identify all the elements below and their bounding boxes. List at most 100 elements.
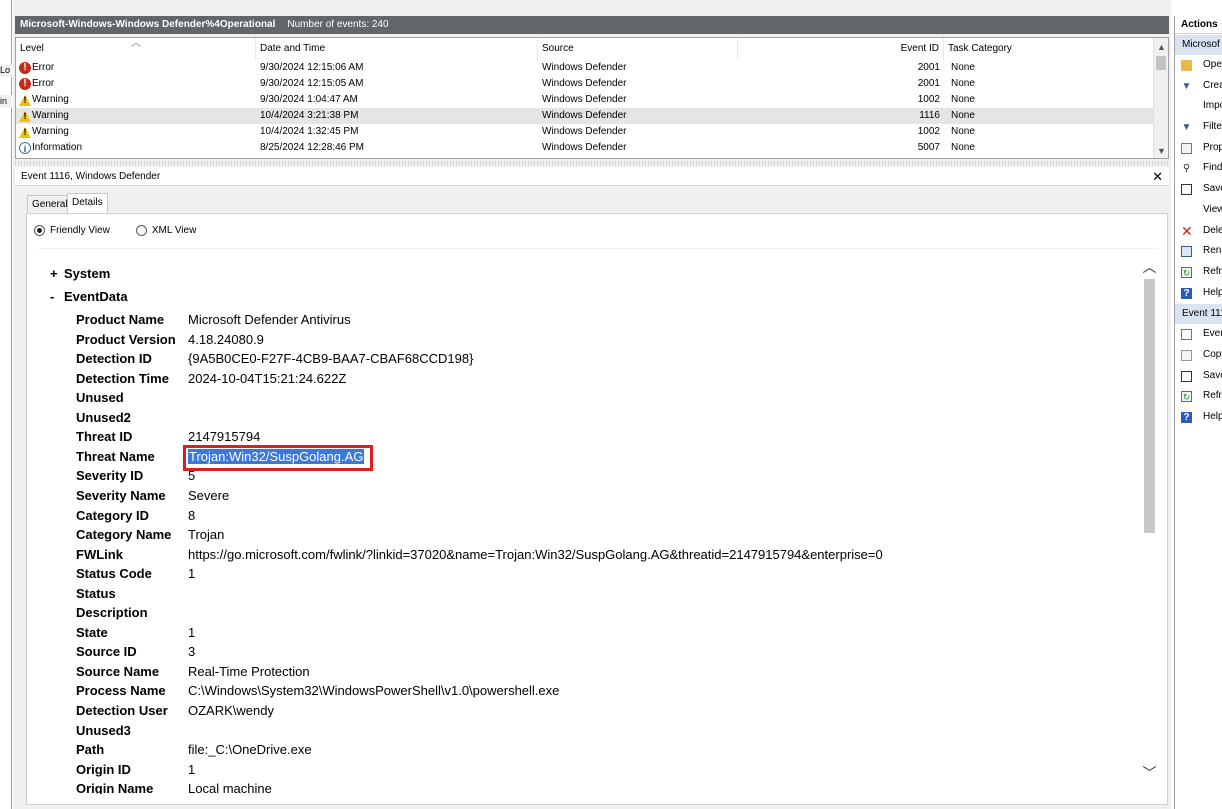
warning-icon — [19, 126, 31, 138]
tab-details[interactable]: Details — [67, 193, 108, 214]
detection-id-value[interactable]: {9A5B0CE0-F27F-4CB9-BAA7-CBAF68CCD198} — [188, 349, 473, 369]
table-row[interactable]: Information 8/25/2024 12:28:46 PM Windows … — [16, 140, 1154, 157]
left-fragment-1[interactable]: Lo — [0, 64, 12, 77]
eventdata-node[interactable]: - EventData — [50, 289, 128, 304]
scroll-down-icon[interactable]: ▼ — [1154, 144, 1168, 158]
detection-time-value[interactable]: 2024-10-04T15:21:24.622Z — [188, 369, 346, 389]
task-cell: None — [951, 78, 975, 89]
view-selector: Friendly View XML View — [34, 222, 222, 238]
table-row[interactable]: Error 9/30/2024 12:15:05 AM Windows Defend… — [16, 76, 1154, 92]
pane-splitter[interactable] — [15, 161, 1169, 165]
action-item[interactable]: Impo — [1175, 96, 1222, 117]
threat-name-label: Threat Name — [76, 448, 155, 464]
left-navigation-strip: Lo in — [0, 0, 12, 809]
level-cell: Warning — [19, 92, 69, 108]
system-node[interactable]: + System — [50, 266, 110, 281]
create-filter-icon: ▼ — [1181, 80, 1192, 92]
event-count: Number of events: 240 — [287, 19, 389, 30]
action-label: Refre — [1203, 390, 1222, 402]
actions-section-event[interactable]: Event 111 — [1175, 304, 1222, 325]
table-row[interactable]: Warning 9/30/2024 1:04:47 AM Windows Defen… — [16, 92, 1154, 108]
state-value[interactable]: 1 — [188, 623, 195, 643]
action-item[interactable]: Copy — [1175, 345, 1222, 366]
source-id-label: Source ID — [76, 644, 137, 660]
event-list-scrollbar[interactable]: ▲ ▼ — [1153, 38, 1168, 158]
actions-section-log[interactable]: Microsof — [1175, 35, 1222, 55]
source-id-value[interactable]: 3 — [188, 642, 195, 662]
action-label: View — [1203, 203, 1222, 215]
expand-icon[interactable]: + — [50, 266, 64, 281]
error-icon — [19, 76, 31, 92]
source-name-value[interactable]: Real-Time Protection — [188, 662, 310, 682]
category-name-value[interactable]: Trojan — [188, 525, 224, 545]
friendly-view-label[interactable]: Friendly View — [50, 225, 110, 236]
action-item[interactable]: Rena — [1175, 241, 1222, 262]
scroll-thumb[interactable] — [1156, 56, 1166, 70]
scroll-up-icon[interactable]: ︿ — [1141, 257, 1158, 277]
table-row[interactable]: Warning 10/4/2024 1:32:45 PM Windows Defen… — [16, 124, 1154, 140]
column-date[interactable]: Date and Time — [256, 38, 538, 60]
event-data-view: + System - EventData Product Name Microsoft… — [38, 248, 1158, 794]
column-event-id[interactable]: Event ID — [738, 38, 944, 60]
scroll-thumb[interactable] — [1144, 279, 1155, 533]
action-item[interactable]: Even — [1175, 324, 1222, 345]
origin-id-value[interactable]: 1 — [188, 760, 195, 780]
action-item[interactable]: ? Help — [1175, 407, 1222, 428]
table-row[interactable]: Error 9/30/2024 12:15:06 AM Windows Defend… — [16, 60, 1154, 76]
detection-user-value[interactable]: OZARK\wendy — [188, 701, 274, 721]
action-item[interactable]: View — [1175, 200, 1222, 221]
action-item[interactable]: ↻ Refr — [1175, 262, 1222, 283]
action-item[interactable]: Ope — [1175, 55, 1222, 76]
event-list[interactable]: Level ︿ Date and Time Source Event ID Tas… — [15, 37, 1169, 159]
collapse-icon[interactable]: - — [50, 289, 64, 304]
event-id-cell: 1002 — [917, 126, 940, 137]
severity-name-value[interactable]: Severe — [188, 486, 229, 506]
product-name-value[interactable]: Microsoft Defender Antivirus — [188, 310, 351, 330]
action-item[interactable]: ▼ Crea — [1175, 76, 1222, 97]
action-item[interactable]: Prop — [1175, 138, 1222, 159]
action-item[interactable]: ▼ Filte — [1175, 117, 1222, 138]
tab-general[interactable]: General — [27, 195, 73, 213]
product-version-value[interactable]: 4.18.24080.9 — [188, 330, 264, 350]
left-fragment-2[interactable]: in — [0, 95, 12, 108]
severity-id-value[interactable]: 5 — [188, 466, 195, 486]
help-icon: ? — [1181, 412, 1192, 423]
column-source[interactable]: Source — [538, 38, 738, 60]
table-row[interactable]: Warning 10/4/2024 3:21:38 PM Windows Defen… — [16, 108, 1154, 124]
level-cell: Warning — [19, 108, 69, 124]
category-id-value[interactable]: 8 — [188, 506, 195, 526]
process-name-value[interactable]: C:\Windows\System32\WindowsPowerShell\v1… — [188, 681, 559, 701]
close-icon[interactable]: ✕ — [1152, 167, 1163, 186]
scroll-up-icon[interactable]: ▲ — [1154, 40, 1168, 54]
delete-icon: ✕ — [1181, 222, 1193, 239]
friendly-view-radio[interactable] — [34, 224, 45, 236]
date-cell: 10/4/2024 1:32:45 PM — [260, 126, 359, 137]
column-level[interactable]: Level ︿ — [16, 38, 256, 60]
log-header-bar: Microsoft-Windows-Windows Defender%4Oper… — [15, 16, 1169, 34]
status-code-label: Status Code — [76, 566, 152, 582]
scroll-down-icon[interactable]: ﹀ — [1141, 763, 1158, 783]
action-item[interactable]: Save — [1175, 179, 1222, 200]
column-task-category[interactable]: Task Category — [944, 38, 1154, 60]
details-scrollbar[interactable]: ︿ ﹀ — [1141, 249, 1158, 794]
state-label: State — [76, 624, 108, 640]
action-item[interactable]: ⚲ Find — [1175, 158, 1222, 179]
task-cell: None — [951, 94, 975, 105]
path-value[interactable]: file:_C:\OneDrive.exe — [188, 740, 312, 760]
action-item[interactable]: ✕ Dele — [1175, 221, 1222, 242]
event-id-cell: 5007 — [917, 142, 940, 153]
action-item[interactable]: ? Help — [1175, 283, 1222, 304]
xml-view-label[interactable]: XML View — [152, 225, 196, 236]
fwlink-value[interactable]: https://go.microsoft.com/fwlink/?linkid=… — [188, 545, 883, 565]
action-item[interactable]: Save — [1175, 366, 1222, 387]
status-code-value[interactable]: 1 — [188, 564, 195, 584]
action-label: Find — [1203, 162, 1222, 174]
origin-name-value[interactable]: Local machine — [188, 779, 272, 794]
source-cell: Windows Defender — [542, 78, 627, 89]
xml-view-radio[interactable] — [135, 224, 147, 236]
level-cell: Error — [19, 76, 54, 92]
process-name-label: Process Name — [76, 683, 166, 699]
level-cell: Error — [19, 60, 54, 76]
level-text: Information — [32, 142, 83, 153]
action-item[interactable]: ↻ Refre — [1175, 386, 1222, 407]
